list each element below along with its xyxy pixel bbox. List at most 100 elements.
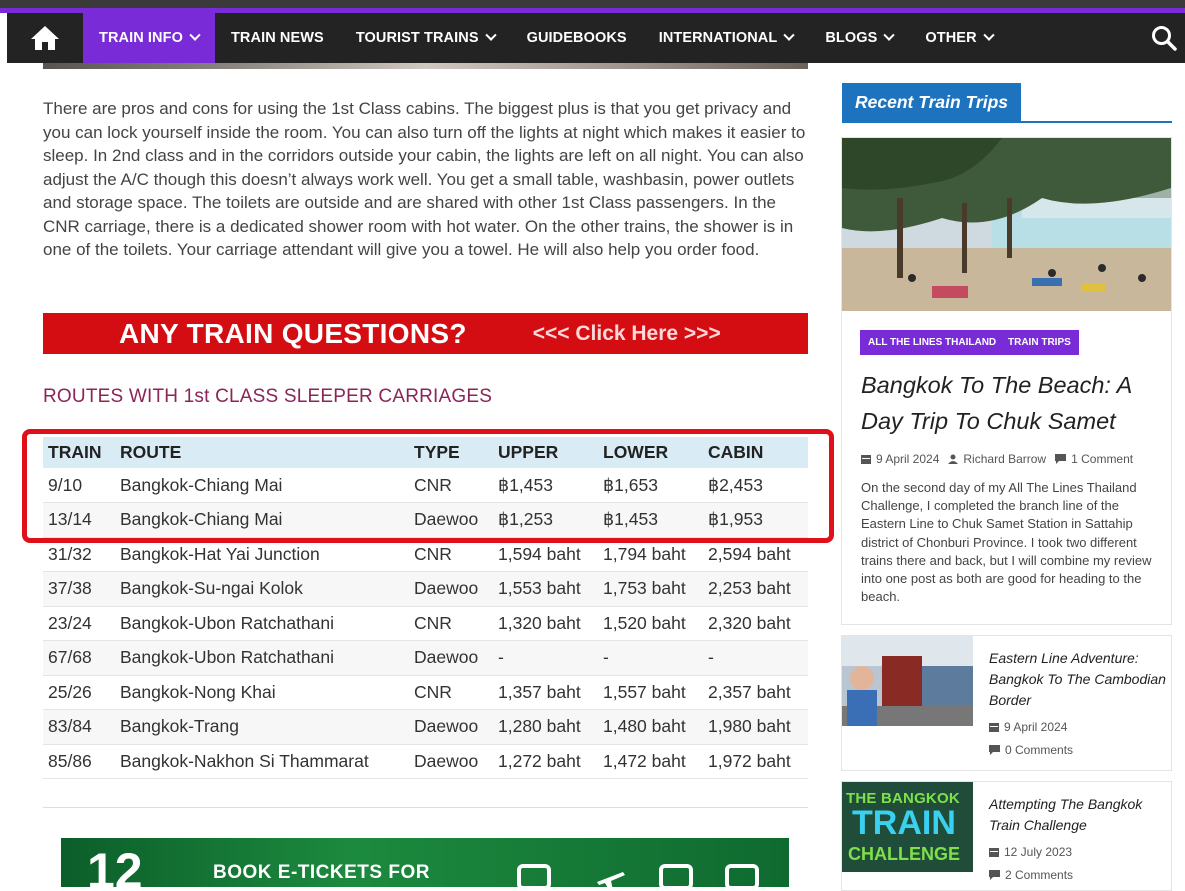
featured-post-card: ALL THE LINES THAILAND TRAIN TRIPS Bangk… xyxy=(841,137,1172,625)
table-row: 67/68 Bangkok-Ubon Ratchathani Daewoo - - - xyxy=(43,640,808,676)
cell-type: Daewoo xyxy=(409,640,493,676)
post-comments-text: 1 Comment xyxy=(1071,452,1134,466)
cell-upper: 1,357 baht xyxy=(493,675,598,710)
home-icon xyxy=(31,26,59,50)
cell-route: Bangkok-Ubon Ratchathani xyxy=(115,640,409,676)
nav-label: TRAIN INFO xyxy=(99,30,183,46)
cell-route: Bangkok-Nong Khai xyxy=(115,675,409,710)
nav-item-guidebooks[interactable]: GUIDEBOOKS xyxy=(511,13,643,63)
recent-post-date-text: 12 July 2023 xyxy=(1004,845,1073,859)
cell-cabin: 1,972 baht xyxy=(703,744,808,779)
recent-post-item: Eastern Line Adventure: Bangkok To The C… xyxy=(841,635,1172,771)
post-date[interactable]: 9 April 2024 xyxy=(861,452,939,466)
cell-train: 37/38 xyxy=(43,571,115,607)
beach-photo[interactable] xyxy=(842,138,1171,311)
recent-post-comments[interactable]: 2 Comments xyxy=(989,868,1073,882)
post-date-text: 9 April 2024 xyxy=(876,452,940,466)
ferry-icon xyxy=(725,864,759,887)
banner-title: ANY TRAIN QUESTIONS? xyxy=(119,317,467,349)
featured-post-meta: 9 April 2024 Richard Barrow 1 Comment xyxy=(861,452,1142,466)
train-questions-banner[interactable]: ANY TRAIN QUESTIONS? <<< Click Here >>> xyxy=(43,313,808,354)
table-row: 83/84 Bangkok-Trang Daewoo 1,280 baht 1,480 … xyxy=(43,709,808,745)
search-icon[interactable] xyxy=(1151,25,1177,51)
post-author-text: Richard Barrow xyxy=(963,452,1047,466)
cell-lower: 1,520 baht xyxy=(598,606,703,641)
comment-icon xyxy=(989,745,1000,755)
nav-label: OTHER xyxy=(925,30,977,46)
divider xyxy=(43,807,808,808)
recent-post-title[interactable]: Eastern Line Adventure: Bangkok To The C… xyxy=(989,648,1167,711)
post-comments[interactable]: 1 Comment xyxy=(1055,452,1133,466)
bangkok-train-challenge-thumb[interactable]: THE BANGKOK TRAIN CHALLENGE xyxy=(842,782,973,872)
recent-post-comments[interactable]: 0 Comments xyxy=(989,743,1073,757)
cell-cabin: 2,253 baht xyxy=(703,571,808,607)
thumb-line-2: TRAIN xyxy=(852,804,956,842)
recent-post-date[interactable]: 9 April 2024 xyxy=(989,720,1067,734)
comment-icon xyxy=(989,870,1000,880)
chevron-down-icon xyxy=(783,29,795,41)
nav-item-tourist-trains[interactable]: TOURIST TRAINS xyxy=(340,13,511,63)
cell-type: Daewoo xyxy=(409,744,493,779)
nav-label: BLOGS xyxy=(825,30,878,46)
article-paragraph: There are pros and cons for using the 1s… xyxy=(43,99,806,259)
recent-post-date-text: 9 April 2024 xyxy=(1004,720,1068,734)
cell-cabin: - xyxy=(703,640,808,676)
user-icon xyxy=(948,454,959,464)
nav-item-train-news[interactable]: TRAIN NEWS xyxy=(215,13,340,63)
chevron-down-icon xyxy=(883,29,896,41)
cell-type: CNR xyxy=(409,675,493,710)
cell-upper: 1,272 baht xyxy=(493,744,598,779)
cell-upper: 1,553 baht xyxy=(493,571,598,607)
sidebar-heading-label: Recent Train Trips xyxy=(842,83,1021,121)
banner-link[interactable]: <<< Click Here >>> xyxy=(533,322,721,346)
ad-text: BOOK E-TICKETS FOR xyxy=(213,862,430,883)
thumb-line-3: CHALLENGE xyxy=(848,844,960,864)
nav-label: INTERNATIONAL xyxy=(658,30,778,46)
cell-route: Bangkok-Ubon Ratchathani xyxy=(115,606,409,641)
nav-item-international[interactable]: INTERNATIONAL xyxy=(643,13,810,63)
nav-item-blogs[interactable]: BLOGS xyxy=(809,13,909,63)
cell-type: CNR xyxy=(409,606,493,641)
border-photo[interactable] xyxy=(842,636,973,726)
cell-train: 85/86 xyxy=(43,744,115,779)
nav-item-train-info[interactable]: TRAIN INFO xyxy=(83,13,215,63)
calendar-icon xyxy=(861,455,871,464)
cell-train: 83/84 xyxy=(43,709,115,745)
highlight-box xyxy=(22,429,834,543)
train-icon xyxy=(517,864,551,887)
nav-label: TRAIN NEWS xyxy=(230,30,324,46)
post-author[interactable]: Richard Barrow xyxy=(948,452,1046,466)
cell-upper: - xyxy=(493,640,598,676)
chevron-down-icon xyxy=(982,29,995,41)
browser-top-edge xyxy=(0,0,1185,8)
section-heading: ROUTES WITH 1st CLASS SLEEPER CARRIAGES xyxy=(43,386,493,407)
tag-all-the-lines-thailand[interactable]: ALL THE LINES THAILAND xyxy=(860,330,1005,355)
tag-train-trips[interactable]: TRAIN TRIPS xyxy=(1000,330,1079,355)
cell-cabin: 2,320 baht xyxy=(703,606,808,641)
cell-upper: 1,280 baht xyxy=(493,709,598,745)
table-row: 23/24 Bangkok-Ubon Ratchathani CNR 1,320 ba… xyxy=(43,606,808,641)
cell-type: Daewoo xyxy=(409,571,493,607)
calendar-icon xyxy=(989,723,999,732)
cell-cabin: 1,980 baht xyxy=(703,709,808,745)
cell-lower: 1,480 baht xyxy=(598,709,703,745)
home-button[interactable] xyxy=(7,13,83,63)
cell-train: 67/68 xyxy=(43,640,115,676)
nav-item-other[interactable]: OTHER xyxy=(909,13,1008,63)
cell-route: Bangkok-Trang xyxy=(115,709,409,745)
eticket-ad[interactable]: 12 BOOK E-TICKETS FOR xyxy=(61,838,789,887)
calendar-icon xyxy=(989,848,999,857)
main-nav: TRAIN INFO TRAIN NEWS TOURIST TRAINS GUI… xyxy=(7,13,1185,63)
chevron-down-icon xyxy=(484,29,497,41)
featured-post-title[interactable]: Bangkok To The Beach: A Day Trip To Chuk… xyxy=(861,367,1166,439)
table-row: 25/26 Bangkok-Nong Khai CNR 1,357 baht 1,557… xyxy=(43,675,808,710)
cell-lower: 1,557 baht xyxy=(598,675,703,710)
table-row: 85/86 Bangkok-Nakhon Si Thammarat Daewoo 1,… xyxy=(43,744,808,779)
cell-train: 25/26 xyxy=(43,675,115,710)
nav-label: TOURIST TRAINS xyxy=(355,30,479,46)
bus-icon xyxy=(659,864,693,887)
recent-post-date[interactable]: 12 July 2023 xyxy=(989,845,1072,859)
cell-train: 23/24 xyxy=(43,606,115,641)
cell-cabin: 2,357 baht xyxy=(703,675,808,710)
recent-post-title[interactable]: Attempting The Bangkok Train Challenge xyxy=(989,794,1167,836)
